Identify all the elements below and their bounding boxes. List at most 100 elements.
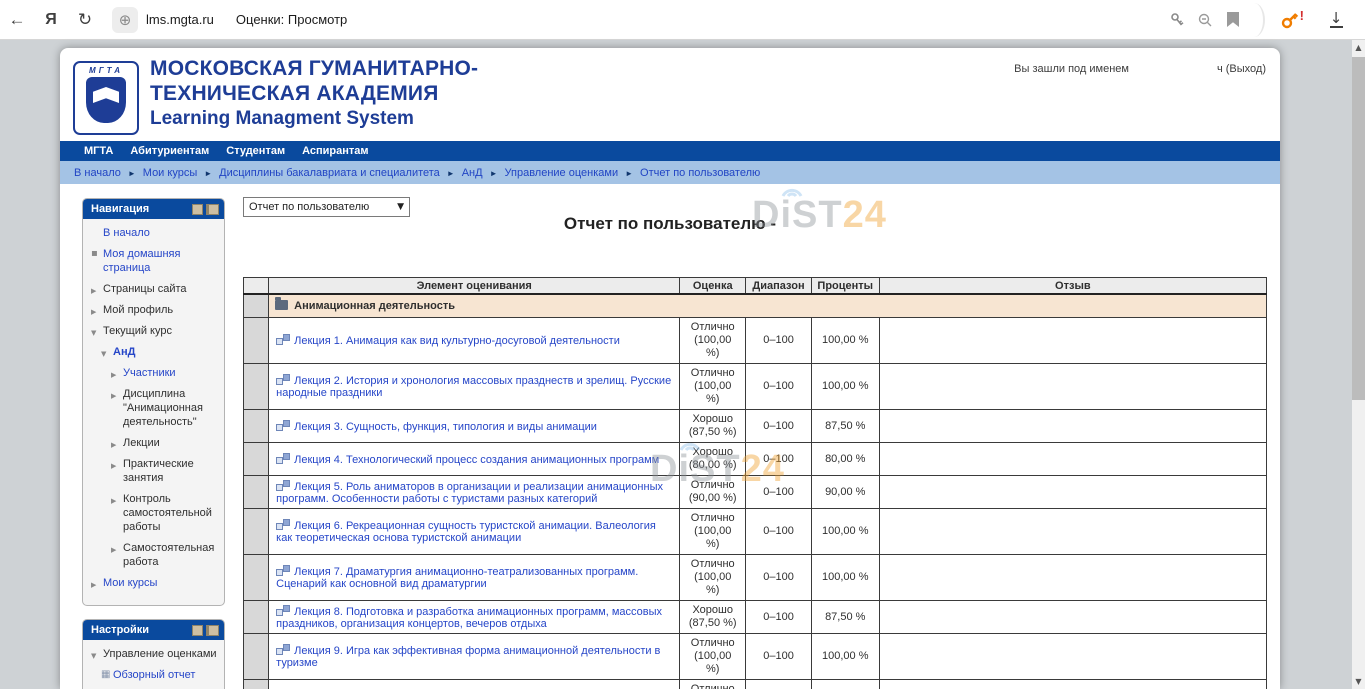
settings-item[interactable]: Управление оценками	[87, 647, 220, 661]
scrollbar-thumb[interactable]	[1352, 57, 1365, 400]
grade-cell: Отлично(100,00 %)	[680, 364, 746, 410]
tree-toggle-icon[interactable]	[91, 578, 96, 592]
back-button[interactable]: ←	[0, 10, 34, 30]
tree-toggle-icon[interactable]	[111, 459, 116, 473]
navigation-item-label: Контроль самостоятельной работы	[123, 493, 212, 533]
breadcrumb-link[interactable]: Дисциплины бакалавриата и специалитета	[197, 167, 440, 179]
range-cell: 0–100	[746, 443, 812, 476]
grade-item-link[interactable]: Лекция 9. Игра как эффективная форма ани…	[276, 645, 660, 669]
download-icon[interactable]: ↓	[1321, 12, 1351, 28]
yandex-browser-icon[interactable]: Я	[34, 11, 68, 29]
main-menu-item[interactable]: Абитуриентам	[130, 145, 209, 157]
grade-item-link[interactable]: Лекция 3. Сущность, функция, типология и…	[294, 421, 597, 433]
site-title: МОСКОВСКАЯ ГУМАНИТАРНО- ТЕХНИЧЕСКАЯ АКАД…	[150, 56, 478, 131]
navigation-item[interactable]: Текущий курс	[87, 324, 220, 338]
navigation-item[interactable]: Лекции	[87, 436, 220, 450]
tree-toggle-icon[interactable]	[111, 543, 116, 557]
navigation-block: Навигация В начало Моя домашняя страница…	[82, 198, 225, 606]
navigation-item[interactable]: Самостоятельная работа	[87, 541, 220, 569]
navigation-item-label: Лекции	[123, 437, 160, 449]
navigation-item[interactable]: Участники	[87, 366, 220, 380]
grade-item-row: Лекция 1. Анимация как вид культурно-дос…	[244, 318, 1267, 364]
feedback-cell	[879, 318, 1266, 364]
report-type-value: Отчет по пользователю	[249, 201, 369, 213]
zoom-search-icon[interactable]	[1191, 6, 1219, 34]
main-menu-item[interactable]: МГТА	[84, 145, 113, 157]
main-menu-item[interactable]: Аспирантам	[302, 145, 368, 157]
breadcrumb-link[interactable]: АнД	[440, 167, 483, 179]
vertical-scrollbar[interactable]: ▲ ▼	[1352, 40, 1365, 689]
settings-item[interactable]: Обзорный отчет	[87, 668, 220, 682]
navigation-item[interactable]: В начало	[87, 226, 220, 240]
collapse-block-icon[interactable]	[192, 625, 203, 636]
tree-toggle-icon[interactable]	[111, 494, 116, 508]
logo-crest-icon	[86, 77, 126, 123]
navigation-item[interactable]: Моя домашняя страница	[87, 247, 220, 275]
tree-toggle-icon[interactable]	[111, 438, 116, 452]
grade-cell: Хорошо(87,50 %)	[680, 601, 746, 634]
dock-block-icon[interactable]	[206, 204, 219, 215]
navigation-item[interactable]: Дисциплина "Анимационная деятельность"	[87, 387, 220, 429]
tree-toggle-icon[interactable]	[111, 368, 116, 382]
range-cell: 0–100	[746, 318, 812, 364]
tree-toggle-icon[interactable]	[111, 389, 116, 403]
mgta-logo[interactable]: МГТА	[73, 61, 139, 135]
scroll-up-icon[interactable]: ▲	[1352, 43, 1365, 52]
address-url[interactable]: lms.mgta.ru	[146, 12, 214, 27]
navigation-item[interactable]: Страницы сайта	[87, 282, 220, 296]
percent-cell: 80,00 %	[811, 443, 879, 476]
site-info-icon[interactable]: ⊕	[112, 7, 138, 33]
navigation-item[interactable]: Контроль самостоятельной работы	[87, 492, 220, 534]
navigation-item[interactable]: Мой профиль	[87, 303, 220, 317]
grade-item-link[interactable]: Лекция 7. Драматургия анимационно-театра…	[276, 566, 638, 590]
reload-button[interactable]: ↻	[68, 10, 102, 30]
navigation-item[interactable]: АнД	[87, 345, 220, 359]
site-title-line2: ТЕХНИЧЕСКАЯ АКАДЕМИЯ	[150, 81, 478, 106]
feedback-cell	[879, 476, 1266, 509]
main-menu-item[interactable]: Студентам	[226, 145, 285, 157]
logout-link[interactable]: ч (Выход)	[1217, 63, 1266, 75]
navigation-item[interactable]: Мои курсы	[87, 576, 220, 590]
tree-toggle-icon[interactable]	[101, 347, 106, 361]
grade-item-link[interactable]: Лекция 5. Роль аниматоров в организации …	[276, 481, 663, 505]
grade-item-link[interactable]: Лекция 2. История и хронология массовых …	[276, 375, 671, 399]
breadcrumb-link[interactable]: Управление оценками	[483, 167, 619, 179]
navigation-item-label: Дисциплина "Анимационная деятельность"	[123, 388, 203, 428]
page-title-text: Оценки: Просмотр	[236, 12, 347, 27]
tree-toggle-icon[interactable]	[91, 305, 96, 319]
tree-toggle-icon[interactable]	[91, 284, 96, 298]
grade-item-link[interactable]: Лекция 6. Рекреационная сущность туристс…	[276, 520, 656, 544]
tree-toggle-icon[interactable]	[101, 670, 110, 684]
password-key-icon[interactable]	[1163, 6, 1191, 34]
grade-item-icon	[276, 644, 290, 655]
bookmark-icon[interactable]	[1219, 6, 1247, 34]
navigation-item[interactable]: Практические занятия	[87, 457, 220, 485]
navigation-item-label: АнД	[113, 346, 135, 358]
grade-item-row: Лекция 7. Драматургия анимационно-театра…	[244, 555, 1267, 601]
grade-cell: Отлично(100,00 %)	[680, 634, 746, 680]
dock-block-icon[interactable]	[206, 625, 219, 636]
grade-item-row: Лекция 4. Технологический процесс создан…	[244, 443, 1267, 476]
page-background: МГТА МОСКОВСКАЯ ГУМАНИТАРНО- ТЕХНИЧЕСКАЯ…	[0, 40, 1365, 689]
grade-item-link[interactable]: Лекция 4. Технологический процесс создан…	[294, 454, 659, 466]
percent-cell: 100,00 %	[811, 680, 879, 689]
grade-item-row: Лекция 9. Игра как эффективная форма ани…	[244, 634, 1267, 680]
tree-toggle-icon[interactable]	[91, 649, 96, 663]
grade-item-link[interactable]: Лекция 1. Анимация как вид культурно-дос…	[294, 335, 620, 347]
feedback-cell	[879, 601, 1266, 634]
navigation-item-label: Страницы сайта	[103, 283, 187, 295]
alert-badge: !	[1300, 8, 1304, 23]
password-alert-icon[interactable]: !	[1275, 6, 1305, 34]
grade-cell: Отлично(100,00 %)	[680, 509, 746, 555]
tree-toggle-icon[interactable]	[91, 249, 98, 263]
collapse-block-icon[interactable]	[192, 204, 203, 215]
scroll-down-icon[interactable]: ▼	[1352, 677, 1365, 686]
breadcrumb-link[interactable]: Мои курсы	[121, 167, 197, 179]
tree-toggle-icon[interactable]	[91, 326, 96, 340]
percent-cell: 90,00 %	[811, 476, 879, 509]
feedback-cell	[879, 634, 1266, 680]
grade-item-link[interactable]: Лекция 8. Подготовка и разработка анимац…	[276, 606, 662, 630]
breadcrumb-link[interactable]: Отчет по пользователю	[618, 167, 760, 179]
breadcrumb-link[interactable]: В начало	[74, 167, 121, 179]
range-cell: 0–100	[746, 476, 812, 509]
